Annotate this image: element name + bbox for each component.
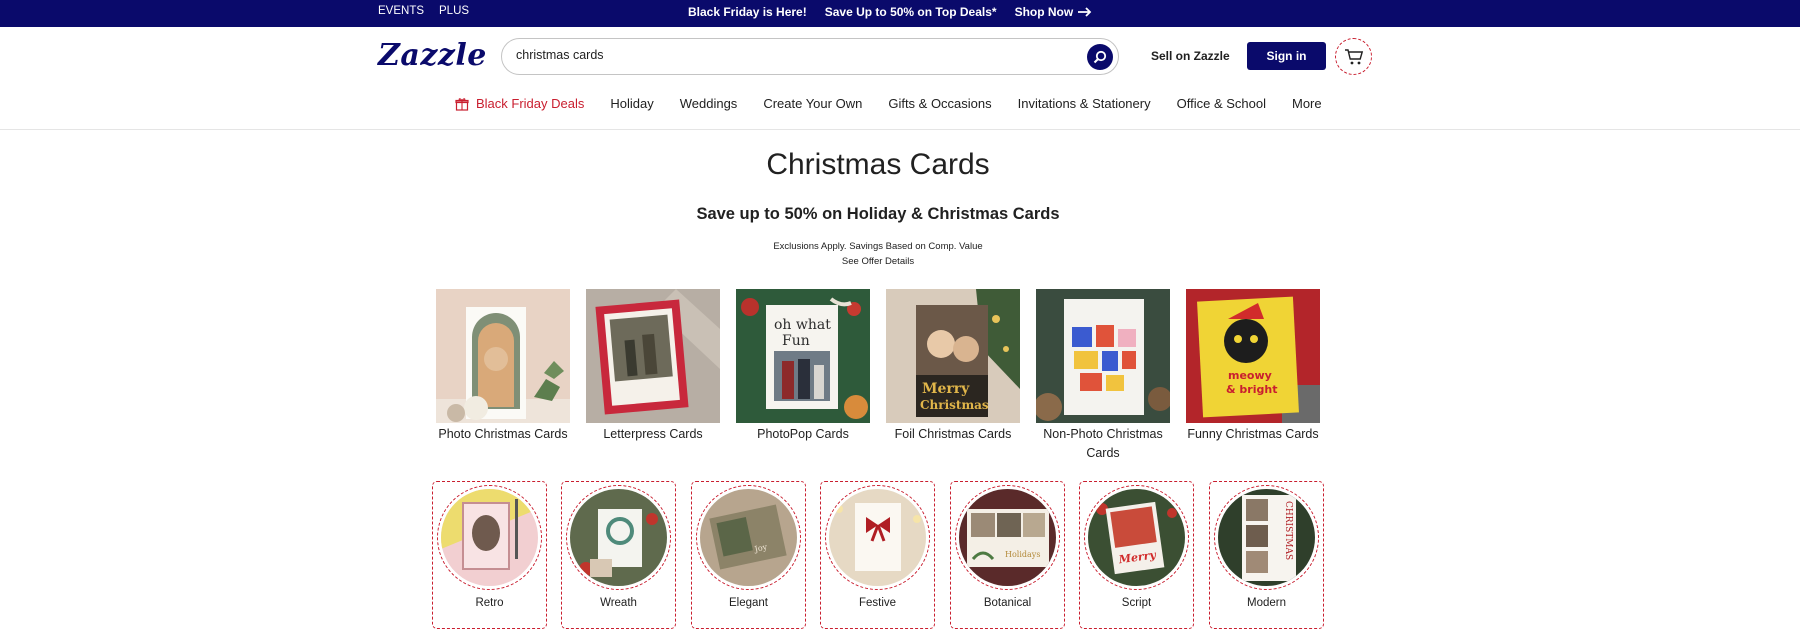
- main-nav: Black Friday Deals Holiday Weddings Crea…: [455, 96, 1322, 111]
- nav-office-school[interactable]: Office & School: [1177, 96, 1266, 111]
- style-image: CHRISTMAS: [1218, 489, 1315, 586]
- top-links: EVENTS PLUS: [378, 5, 469, 17]
- search-icon: [1093, 50, 1107, 64]
- style-elegant[interactable]: Joy Elegant: [691, 481, 806, 629]
- category-label: Photo Christmas Cards: [438, 427, 568, 441]
- style-image: Joy: [700, 489, 797, 586]
- category-label: Non-Photo Christmas Cards: [1043, 427, 1163, 460]
- style-image: Holidays: [959, 489, 1056, 586]
- gift-icon: [455, 97, 469, 111]
- style-script[interactable]: Merry Script: [1079, 481, 1194, 629]
- category-funny-christmas-cards[interactable]: meowy & bright Funny Christmas Cards: [1186, 289, 1320, 444]
- nav-more[interactable]: More: [1292, 96, 1322, 111]
- category-image: [586, 289, 720, 423]
- sign-in-button[interactable]: Sign in: [1247, 42, 1326, 70]
- style-label: Festive: [858, 597, 897, 609]
- nav-create-your-own[interactable]: Create Your Own: [763, 96, 862, 111]
- promo-headline: Black Friday is Here!: [688, 5, 807, 19]
- style-wreath[interactable]: Wreath: [561, 481, 676, 629]
- promo-message: Black Friday is Here! Save Up to 50% on …: [688, 5, 1092, 19]
- style-image-ring: Joy: [696, 485, 801, 590]
- style-image-ring: Merry: [1084, 485, 1189, 590]
- search-button[interactable]: [1087, 44, 1113, 70]
- page-title: Christmas Cards: [766, 148, 990, 181]
- svg-text:Fun: Fun: [782, 333, 810, 349]
- category-photo-christmas-cards[interactable]: Photo Christmas Cards: [436, 289, 570, 444]
- nav-invitations-stationery[interactable]: Invitations & Stationery: [1018, 96, 1151, 111]
- category-image: oh what Fun: [736, 289, 870, 423]
- style-image: Merry: [1088, 489, 1185, 586]
- shop-now-link[interactable]: Shop Now: [1015, 5, 1093, 19]
- cart-button[interactable]: [1335, 38, 1372, 75]
- exclusions-note: Exclusions Apply. Savings Based on Comp.…: [773, 241, 983, 252]
- nav-label: Black Friday Deals: [476, 96, 585, 111]
- category-image: [436, 289, 570, 423]
- style-image: [441, 489, 538, 586]
- category-foil-christmas-cards[interactable]: Merry Christmas Foil Christmas Cards: [886, 289, 1020, 444]
- svg-text:CHRISTMAS: CHRISTMAS: [1283, 501, 1293, 560]
- style-label: Retro: [475, 597, 504, 609]
- category-label: Letterpress Cards: [603, 427, 703, 441]
- category-image: meowy & bright: [1186, 289, 1320, 423]
- arrow-right-icon: [1078, 7, 1092, 17]
- category-image: [1036, 289, 1170, 423]
- style-image: [829, 489, 926, 586]
- shop-now-label: Shop Now: [1014, 5, 1074, 19]
- cart-icon: [1344, 48, 1363, 64]
- plus-link[interactable]: PLUS: [439, 5, 469, 17]
- search-input[interactable]: [516, 48, 1056, 62]
- category-label: Funny Christmas Cards: [1187, 427, 1319, 441]
- category-label: PhotoPop Cards: [757, 427, 849, 441]
- nav-weddings[interactable]: Weddings: [680, 96, 738, 111]
- svg-text:meowy: meowy: [1228, 369, 1272, 382]
- style-label: Elegant: [728, 597, 768, 609]
- sell-on-zazzle-link[interactable]: Sell on Zazzle: [1151, 49, 1230, 63]
- style-festive[interactable]: Festive: [820, 481, 935, 629]
- style-image-ring: Holidays: [955, 485, 1060, 590]
- style-image-ring: [825, 485, 930, 590]
- style-retro[interactable]: Retro: [432, 481, 547, 629]
- category-label: Foil Christmas Cards: [894, 427, 1012, 441]
- category-image: Merry Christmas: [886, 289, 1020, 423]
- style-botanical[interactable]: Holidays Botanical: [950, 481, 1065, 629]
- svg-text:Holidays: Holidays: [1005, 550, 1040, 559]
- category-non-photo-christmas-cards[interactable]: Non-Photo Christmas Cards: [1036, 289, 1170, 463]
- sale-subtitle: Save up to 50% on Holiday & Christmas Ca…: [696, 205, 1060, 223]
- promo-bar: EVENTS PLUS Black Friday is Here! Save U…: [0, 0, 1800, 27]
- category-letterpress-cards[interactable]: Letterpress Cards: [586, 289, 720, 444]
- offer-details-link[interactable]: See Offer Details: [0, 256, 1756, 267]
- promo-savings[interactable]: Save Up to 50% on Top Deals*: [825, 5, 997, 19]
- style-label: Modern: [1247, 597, 1286, 609]
- style-image-ring: CHRISTMAS: [1214, 485, 1319, 590]
- nav-black-friday-deals[interactable]: Black Friday Deals: [455, 96, 584, 111]
- svg-text:oh what: oh what: [774, 317, 831, 333]
- search-bar: [501, 38, 1119, 75]
- svg-text:Merry: Merry: [922, 381, 970, 397]
- style-label: Wreath: [600, 597, 637, 609]
- style-image-ring: [437, 485, 542, 590]
- nav-holiday[interactable]: Holiday: [610, 96, 653, 111]
- events-link[interactable]: EVENTS: [378, 5, 424, 17]
- zazzle-logo[interactable]: Zazzle: [378, 38, 487, 73]
- style-label: Botanical: [983, 597, 1032, 609]
- category-photopop-cards[interactable]: oh what Fun PhotoPop Cards: [736, 289, 870, 444]
- svg-text:Christmas: Christmas: [920, 398, 989, 412]
- style-label: Script: [1121, 597, 1152, 609]
- style-image-ring: [566, 485, 671, 590]
- style-modern[interactable]: CHRISTMAS Modern: [1209, 481, 1324, 629]
- nav-gifts-occasions[interactable]: Gifts & Occasions: [888, 96, 991, 111]
- svg-text:& bright: & bright: [1226, 383, 1277, 396]
- style-image: [570, 489, 667, 586]
- header-divider: [0, 129, 1800, 130]
